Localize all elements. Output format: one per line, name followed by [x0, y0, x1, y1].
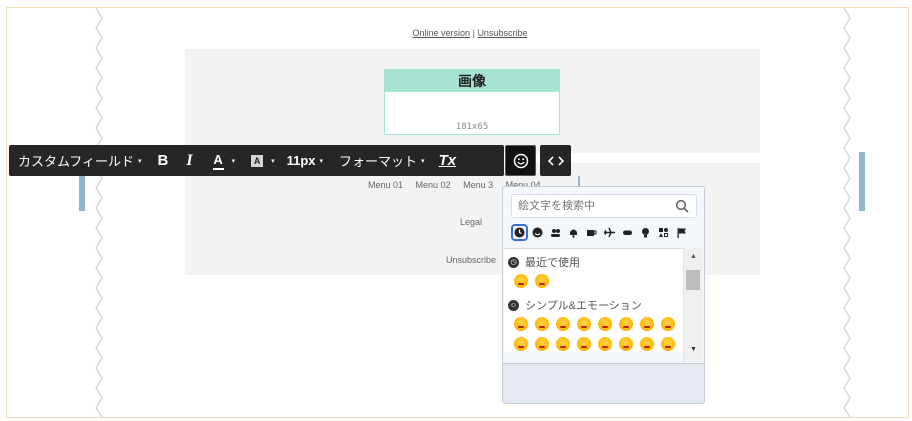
- zigzag-border-left: [95, 8, 103, 417]
- bell-icon[interactable]: [565, 224, 582, 241]
- clock-icon: ◷: [508, 256, 519, 268]
- emoji-item[interactable]: [577, 337, 591, 351]
- emoji-item[interactable]: [619, 337, 633, 351]
- emoji-item[interactable]: [661, 317, 675, 331]
- emoji-item[interactable]: [514, 317, 528, 331]
- search-icon: [675, 199, 689, 213]
- chevron-down-icon: ▾: [271, 157, 275, 165]
- zigzag-border-right: [843, 8, 851, 417]
- image-placeholder[interactable]: 画像 181x65: [384, 69, 560, 135]
- custom-field-dropdown[interactable]: カスタムフィールド ▾: [9, 145, 147, 176]
- emoji-item[interactable]: [598, 317, 612, 331]
- resize-handle-right[interactable]: [859, 152, 865, 211]
- code-icon: [547, 155, 564, 166]
- recent-section-label: 最近で使用: [525, 257, 580, 269]
- text-format-toolbar: カスタムフィールド ▾ B I A ▾ A ▾ 11px ▾ フォーマット ▾ …: [9, 145, 504, 176]
- clock-icon[interactable]: [511, 224, 528, 241]
- font-size-value: 11px: [286, 153, 316, 168]
- emoji-item[interactable]: [577, 317, 591, 331]
- emoji-item[interactable]: [535, 337, 549, 351]
- menu-item[interactable]: Menu 3: [463, 180, 493, 190]
- italic-button[interactable]: I: [178, 145, 200, 176]
- bold-button[interactable]: B: [147, 145, 178, 176]
- online-version-link[interactable]: Online version: [413, 28, 471, 38]
- menu-item[interactable]: Menu 02: [416, 180, 451, 190]
- image-title: 画像: [385, 70, 559, 92]
- emoji-item[interactable]: [640, 337, 654, 351]
- smileys-section-label: シンプル&エモーション: [525, 300, 642, 312]
- image-size-label: 181x65: [455, 122, 489, 132]
- emoji-item[interactable]: [640, 317, 654, 331]
- clear-format-button[interactable]: Tx: [431, 145, 465, 176]
- emoji-item[interactable]: [598, 337, 612, 351]
- symbols-icon[interactable]: [655, 224, 672, 241]
- airplane-icon[interactable]: [601, 224, 618, 241]
- preheader-links: Online version | Unsubscribe: [380, 28, 560, 38]
- chevron-down-icon: ▾: [319, 157, 324, 165]
- lightbulb-icon[interactable]: [637, 224, 654, 241]
- format-label: フォーマット: [339, 154, 418, 169]
- custom-field-label: カスタムフィールド: [18, 154, 134, 169]
- emoji-button[interactable]: [505, 145, 536, 176]
- emoji-item[interactable]: [619, 317, 633, 331]
- unsubscribe-link-top[interactable]: Unsubscribe: [477, 28, 527, 38]
- people-icon[interactable]: [547, 224, 564, 241]
- chevron-down-icon: ▾: [137, 157, 142, 165]
- emoji-search-input[interactable]: [511, 194, 697, 218]
- emoji-scrollbar[interactable]: [683, 248, 703, 362]
- background-color-icon: A: [251, 154, 264, 167]
- unsubscribe-link-bottom[interactable]: Unsubscribe: [446, 255, 496, 265]
- background-color-button[interactable]: A ▾: [239, 145, 279, 176]
- scroll-up-arrow-icon[interactable]: ▲: [690, 253, 697, 260]
- chevron-down-icon: ▾: [421, 157, 425, 165]
- emoji-item[interactable]: [556, 317, 570, 331]
- scroll-down-arrow-icon[interactable]: ▼: [690, 346, 697, 353]
- legal-link[interactable]: Legal: [460, 217, 482, 227]
- smiley-icon: [513, 153, 528, 168]
- flag-icon[interactable]: [673, 224, 690, 241]
- emoji-item[interactable]: [556, 337, 570, 351]
- scrollbar-thumb[interactable]: [686, 270, 700, 290]
- emoji-item[interactable]: [535, 317, 549, 331]
- smileys-section-header: ☺ シンプル&エモーション: [508, 297, 642, 313]
- font-size-dropdown[interactable]: 11px ▾: [279, 145, 329, 176]
- emoji-category-bar: [511, 224, 691, 241]
- emoji-list[interactable]: ◷ 最近で使用 ☺ シンプル&エモーション: [504, 248, 686, 352]
- recent-section-header: ◷ 最近で使用: [508, 254, 580, 270]
- emoji-item[interactable]: [535, 274, 549, 288]
- emoji-item[interactable]: [514, 337, 528, 351]
- emoji-preview-footer: [503, 363, 704, 403]
- format-dropdown[interactable]: フォーマット ▾: [329, 145, 431, 176]
- text-color-button[interactable]: A ▾: [201, 145, 240, 176]
- source-code-button[interactable]: [540, 145, 571, 176]
- smiley-icon: ☺: [508, 299, 519, 311]
- link-separator: |: [472, 28, 475, 38]
- menu-item[interactable]: Menu 01: [368, 180, 403, 190]
- food-icon[interactable]: [583, 224, 600, 241]
- smiley-icon[interactable]: [529, 224, 546, 241]
- game-controller-icon[interactable]: [619, 224, 636, 241]
- text-color-icon: A: [213, 151, 223, 167]
- emoji-item[interactable]: [661, 337, 675, 351]
- chevron-down-icon: ▾: [231, 157, 236, 165]
- emoji-item[interactable]: [514, 274, 528, 288]
